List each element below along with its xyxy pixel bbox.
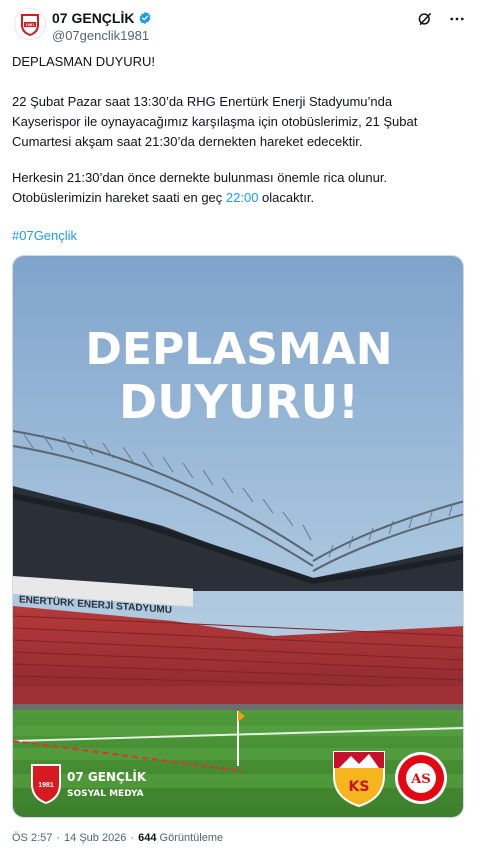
tweet-header: 1981 07 GENÇLİK @07genclik1981 bbox=[12, 8, 468, 48]
more-icon[interactable] bbox=[448, 10, 466, 28]
logo-text-1: 07 GENÇLİK bbox=[67, 769, 147, 784]
avatar[interactable]: 1981 bbox=[14, 8, 46, 40]
author-handle[interactable]: @07genclik1981 bbox=[52, 28, 149, 43]
tweet-media-image[interactable]: ENERTÜRK ENERJİ STADYUMU DEPLASMAN DUYUR… bbox=[12, 255, 464, 818]
grok-icon[interactable] bbox=[416, 10, 434, 28]
tweet-paragraph-1: DEPLASMAN DUYURU! bbox=[12, 54, 156, 69]
tweet-paragraph-2-line-3: Cumartesi akşam saat 21:30’da dernekten … bbox=[12, 134, 363, 149]
media-headline-2: DUYURU! bbox=[119, 375, 359, 429]
view-count: 644 Görüntüleme bbox=[138, 832, 223, 844]
antalyaspor-badge: AS bbox=[395, 752, 447, 804]
verified-badge-icon bbox=[140, 11, 151, 25]
tweet-paragraph-3-text-b: olacaktır. bbox=[258, 190, 315, 205]
tweet-footer: ÖS 2:57 · 14 Şub 2026 · 644 Görüntüleme bbox=[12, 832, 223, 844]
tweet-paragraph-2: 22 Şubat Pazar saat 13:30’da RHG Enertür… bbox=[12, 92, 468, 152]
logo-text-2: SOSYAL MEDYA bbox=[67, 789, 144, 799]
logo-badge-text: 1981 bbox=[38, 782, 54, 789]
tweet-time[interactable]: ÖS 2:57 bbox=[12, 832, 52, 844]
kayseri-logo-text: KS bbox=[349, 779, 370, 795]
tweet-date[interactable]: 14 Şub 2026 bbox=[64, 832, 126, 844]
avatar-label: 1981 bbox=[26, 22, 36, 27]
club-crest-icon: 1981 bbox=[21, 14, 39, 36]
footer-separator: · bbox=[56, 832, 61, 844]
author-name[interactable]: 07 GENÇLİK bbox=[52, 10, 134, 26]
tweet-paragraph-2-line-2: Kayserispor ile oynayacağımız karşılaşma… bbox=[12, 114, 418, 129]
tweet-paragraph-3: Herkesin 21:30’dan önce dernekte bulunma… bbox=[12, 168, 468, 208]
hashtag-link[interactable]: #07Gençlik bbox=[12, 228, 77, 243]
time-link[interactable]: 22:00 bbox=[226, 190, 259, 205]
footer-separator-2: · bbox=[130, 832, 135, 844]
tweet-paragraph-3-line-1: Herkesin 21:30’dan önce dernekte bulunma… bbox=[12, 170, 388, 185]
antalya-logo-text: AS bbox=[410, 772, 430, 787]
views-label: Görüntüleme bbox=[159, 832, 224, 844]
tweet-paragraph-3-line-2: Otobüslerimizin hareket saati en geç 22:… bbox=[12, 188, 468, 208]
views-number: 644 bbox=[138, 832, 157, 844]
tweet-paragraph-2-line-1: 22 Şubat Pazar saat 13:30’da RHG Enertür… bbox=[12, 94, 393, 109]
tweet-paragraph-3-text-a: Otobüslerimizin hareket saati en geç bbox=[12, 190, 226, 205]
media-headline-1: DEPLASMAN bbox=[85, 324, 392, 375]
